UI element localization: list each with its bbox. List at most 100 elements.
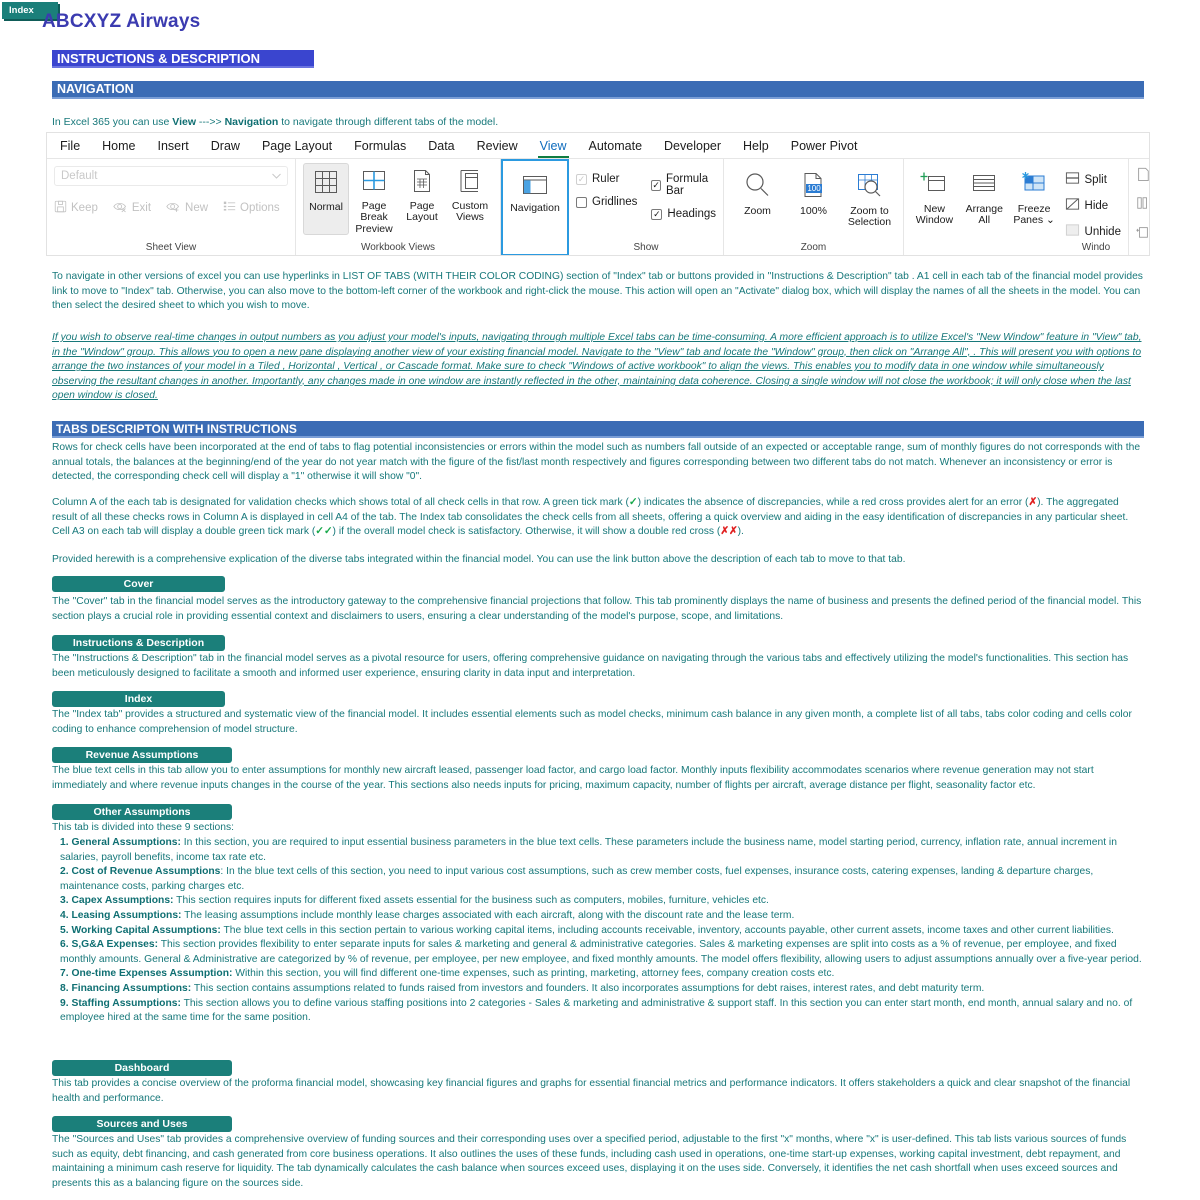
- hide-button[interactable]: Hide: [1065, 197, 1121, 214]
- ribbon-tab-file[interactable]: File: [49, 136, 91, 156]
- list-item-title: Working Capital Assumptions:: [71, 924, 221, 936]
- description-instructions-description: The "Instructions & Description" tab in …: [52, 653, 1129, 679]
- hide-label: Hide: [1084, 199, 1109, 212]
- description-cover: The "Cover" tab in the financial model s…: [52, 596, 1142, 622]
- ribbon-tab-developer[interactable]: Developer: [653, 136, 732, 156]
- navigation-button-label: Navigation: [510, 201, 560, 214]
- list-options-icon: [223, 200, 236, 216]
- new-window-label: New Window: [915, 202, 954, 226]
- list-item-title: Capex Assumptions:: [71, 895, 174, 907]
- page-break-preview-button[interactable]: Page Break Preview: [351, 163, 397, 235]
- sheet-view-keep-label: Keep: [71, 202, 98, 214]
- ribbon-tab-automate[interactable]: Automate: [578, 136, 654, 156]
- checkbox-checked-icon: ✓: [651, 208, 663, 220]
- ribbon-group-show: ✓ Ruler Gridlines ✓ Formula Bar ✓ Headin…: [569, 159, 724, 255]
- arrange-all-button[interactable]: Arrange All: [961, 165, 1008, 249]
- ribbon-tab-home[interactable]: Home: [91, 136, 146, 156]
- magnifier-icon: [743, 171, 771, 203]
- sheet-view-new-button[interactable]: New: [166, 200, 208, 216]
- nav-hint-navigation: Navigation: [224, 116, 279, 128]
- list-item: 7. One-time Expenses Assumption: Within …: [60, 967, 1146, 982]
- normal-view-button[interactable]: Normal: [303, 163, 350, 235]
- ribbon-group-label-zoom: Zoom: [800, 242, 827, 253]
- list-item-text: The blue text cells in this section pert…: [220, 924, 1114, 936]
- paragraph-column-a-validation: Column A of the each tab is designated f…: [52, 496, 1146, 540]
- tab-link-index[interactable]: Index: [52, 691, 225, 707]
- checkbox-unchecked-icon: [576, 196, 587, 208]
- zoom-button[interactable]: Zoom: [731, 165, 784, 229]
- headings-checkbox-row[interactable]: ✓ Headings: [651, 208, 716, 220]
- tab-link-dashboard[interactable]: Dashboard: [52, 1060, 232, 1076]
- zoom-to-selection-button[interactable]: Zoom to Selection: [843, 165, 896, 229]
- tab-link-instructions-description[interactable]: Instructions & Description: [52, 635, 225, 651]
- freeze-panes-button[interactable]: Freeze Panes ⌄: [1011, 165, 1058, 249]
- ribbon-tab-view[interactable]: View: [529, 136, 578, 158]
- checkbox-checked-icon: ✓: [576, 173, 587, 185]
- sheet-view-keep-button[interactable]: Keep: [54, 200, 98, 216]
- list-item-title: Leasing Assumptions:: [71, 909, 182, 921]
- ribbon-tab-power-pivot[interactable]: Power Pivot: [780, 136, 869, 156]
- ribbon-group-window: New Window Arrange All Freeze Panes ⌄ Sp…: [904, 159, 1129, 255]
- nav-hint-post: to navigate through different tabs of th…: [278, 116, 499, 128]
- zoom-buttons: Zoom 100 100% Zoom to Selection: [731, 165, 896, 229]
- split-button[interactable]: Split: [1065, 171, 1121, 188]
- page-break-preview-icon: [361, 168, 387, 198]
- description-index: The "Index tab" provides a structured an…: [52, 709, 1132, 735]
- tab-link-cover[interactable]: Cover: [52, 576, 225, 592]
- sheet-view-exit-label: Exit: [131, 202, 152, 214]
- navigation-icon: [521, 174, 549, 200]
- tab-link-sources-and-uses[interactable]: Sources and Uses: [52, 1116, 232, 1132]
- ruler-checkbox-row[interactable]: ✓ Ruler: [576, 173, 637, 185]
- list-item-text: This section requires inputs for differe…: [173, 895, 769, 907]
- sheet-view-exit-button[interactable]: Exit: [113, 200, 151, 216]
- ribbon-tab-formulas[interactable]: Formulas: [343, 136, 417, 156]
- list-item-text: This section allows you to define variou…: [60, 997, 1133, 1024]
- zoom-100-button[interactable]: 100 100%: [787, 165, 840, 229]
- ribbon-tab-insert[interactable]: Insert: [147, 136, 200, 156]
- headings-label: Headings: [667, 208, 716, 220]
- ribbon-group-zoom: Zoom 100 100% Zoom to Selection Zoom: [724, 159, 904, 255]
- ruler-label: Ruler: [592, 173, 620, 185]
- ribbon-group-clipped: [1129, 159, 1149, 255]
- list-item: 3. Capex Assumptions: This section requi…: [60, 894, 1146, 909]
- checkbox-checked-icon: ✓: [651, 179, 661, 191]
- freeze-panes-icon: [1020, 171, 1048, 201]
- tab-link-other-assumptions[interactable]: Other Assumptions: [52, 804, 232, 820]
- formula-bar-checkbox-row[interactable]: ✓ Formula Bar: [651, 173, 716, 197]
- tab-link-revenue-assumptions[interactable]: Revenue Assumptions: [52, 747, 232, 763]
- ribbon-tab-help[interactable]: Help: [732, 136, 780, 156]
- ribbon-tab-data[interactable]: Data: [417, 136, 465, 156]
- new-window-button[interactable]: New Window: [911, 165, 958, 249]
- list-item-number: 5.: [60, 924, 72, 936]
- page-layout-icon: [409, 168, 435, 198]
- chevron-down-icon: [272, 170, 281, 182]
- navigation-hint-line: In Excel 365 you can use View --->> Navi…: [52, 116, 498, 128]
- unhide-button[interactable]: Unhide: [1065, 223, 1121, 240]
- sheet-view-select-value: Default: [61, 170, 98, 182]
- page-layout-label: Page Layout: [406, 199, 438, 223]
- ribbon-tab-draw[interactable]: Draw: [200, 136, 251, 156]
- nav-hint-mid: --->>: [196, 116, 225, 128]
- ribbon-body: Default Keep Exit New Options Sheet View…: [47, 159, 1149, 255]
- ribbon-group-workbook-views: Normal Page Break Preview Page Layout Cu…: [296, 159, 501, 255]
- list-item-number: 8.: [60, 982, 72, 994]
- chevron-down-icon: ⌄: [1046, 214, 1055, 226]
- paragraph-check-cells: Rows for check cells have been incorpora…: [52, 442, 1141, 483]
- ribbon-tab-page-layout[interactable]: Page Layout: [251, 136, 343, 156]
- list-item: 8. Financing Assumptions: This section c…: [60, 982, 1146, 997]
- custom-views-button[interactable]: Custom Views: [447, 163, 493, 235]
- page-title: ABCXYZ Airways: [42, 11, 201, 32]
- list-item-title: S,G&A Expenses:: [71, 939, 159, 951]
- gridlines-checkbox-row[interactable]: Gridlines: [576, 196, 637, 208]
- zoom-100-label: 100%: [800, 204, 827, 217]
- navigation-button[interactable]: Navigation: [503, 161, 567, 214]
- split-label: Split: [1084, 173, 1107, 186]
- page-layout-button[interactable]: Page Layout: [399, 163, 445, 235]
- unhide-label: Unhide: [1084, 225, 1121, 238]
- list-item-number: 9.: [60, 997, 72, 1009]
- ribbon-tab-review[interactable]: Review: [466, 136, 529, 156]
- sheet-view-options-button[interactable]: Options: [223, 200, 280, 216]
- clipped-icon-1: [1136, 167, 1149, 186]
- sheet-view-select[interactable]: Default: [54, 166, 288, 186]
- ribbon-group-label-window: Windo: [1081, 242, 1111, 253]
